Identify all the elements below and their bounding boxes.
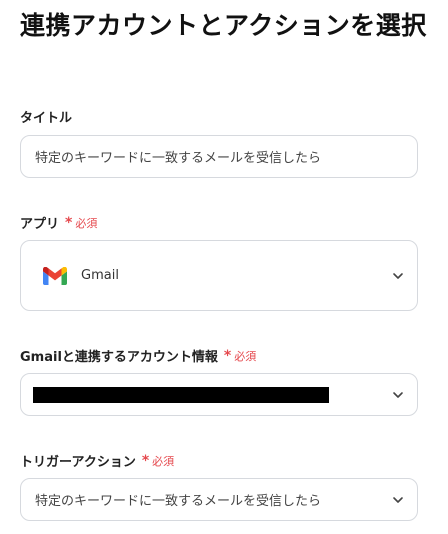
app-field-label: アプリ * 必須 <box>20 213 97 233</box>
redacted-account-value <box>33 387 329 403</box>
title-label-text: タイトル <box>20 111 73 126</box>
asterisk-icon: * <box>141 452 150 469</box>
title-field[interactable] <box>20 135 418 178</box>
required-badge: * 必須 <box>142 453 174 469</box>
app-select[interactable]: Gmail <box>20 240 418 311</box>
asterisk-icon: * <box>223 347 232 364</box>
account-field-label: Gmailと連携するアカウント情報 * 必須 <box>20 346 256 366</box>
trigger-action-label-text: トリガーアクション <box>20 455 136 470</box>
asterisk-icon: * <box>65 214 73 231</box>
gmail-icon <box>43 266 67 285</box>
title-input[interactable] <box>21 149 417 164</box>
required-text: 必須 <box>152 454 175 468</box>
account-select[interactable] <box>20 373 418 416</box>
app-selected-value: Gmail <box>81 268 119 283</box>
required-text: 必須 <box>75 216 98 230</box>
account-label-text: Gmailと連携するアカウント情報 <box>20 350 218 365</box>
required-text: 必須 <box>234 349 257 363</box>
title-field-label: タイトル <box>20 107 72 126</box>
trigger-action-selected-value: 特定のキーワードに一致するメールを受信したら <box>35 494 322 509</box>
trigger-action-field-label: トリガーアクション * 必須 <box>20 451 174 471</box>
page-title: 連携アカウントとアクションを選択 <box>20 11 427 40</box>
chevron-down-icon[interactable] <box>391 269 405 283</box>
chevron-down-icon[interactable] <box>391 388 405 402</box>
app-label-text: アプリ <box>20 217 60 232</box>
trigger-action-select[interactable]: 特定のキーワードに一致するメールを受信したら <box>20 478 418 521</box>
chevron-down-icon[interactable] <box>391 493 405 507</box>
required-badge: * 必須 <box>65 215 97 231</box>
required-badge: * 必須 <box>224 348 256 364</box>
